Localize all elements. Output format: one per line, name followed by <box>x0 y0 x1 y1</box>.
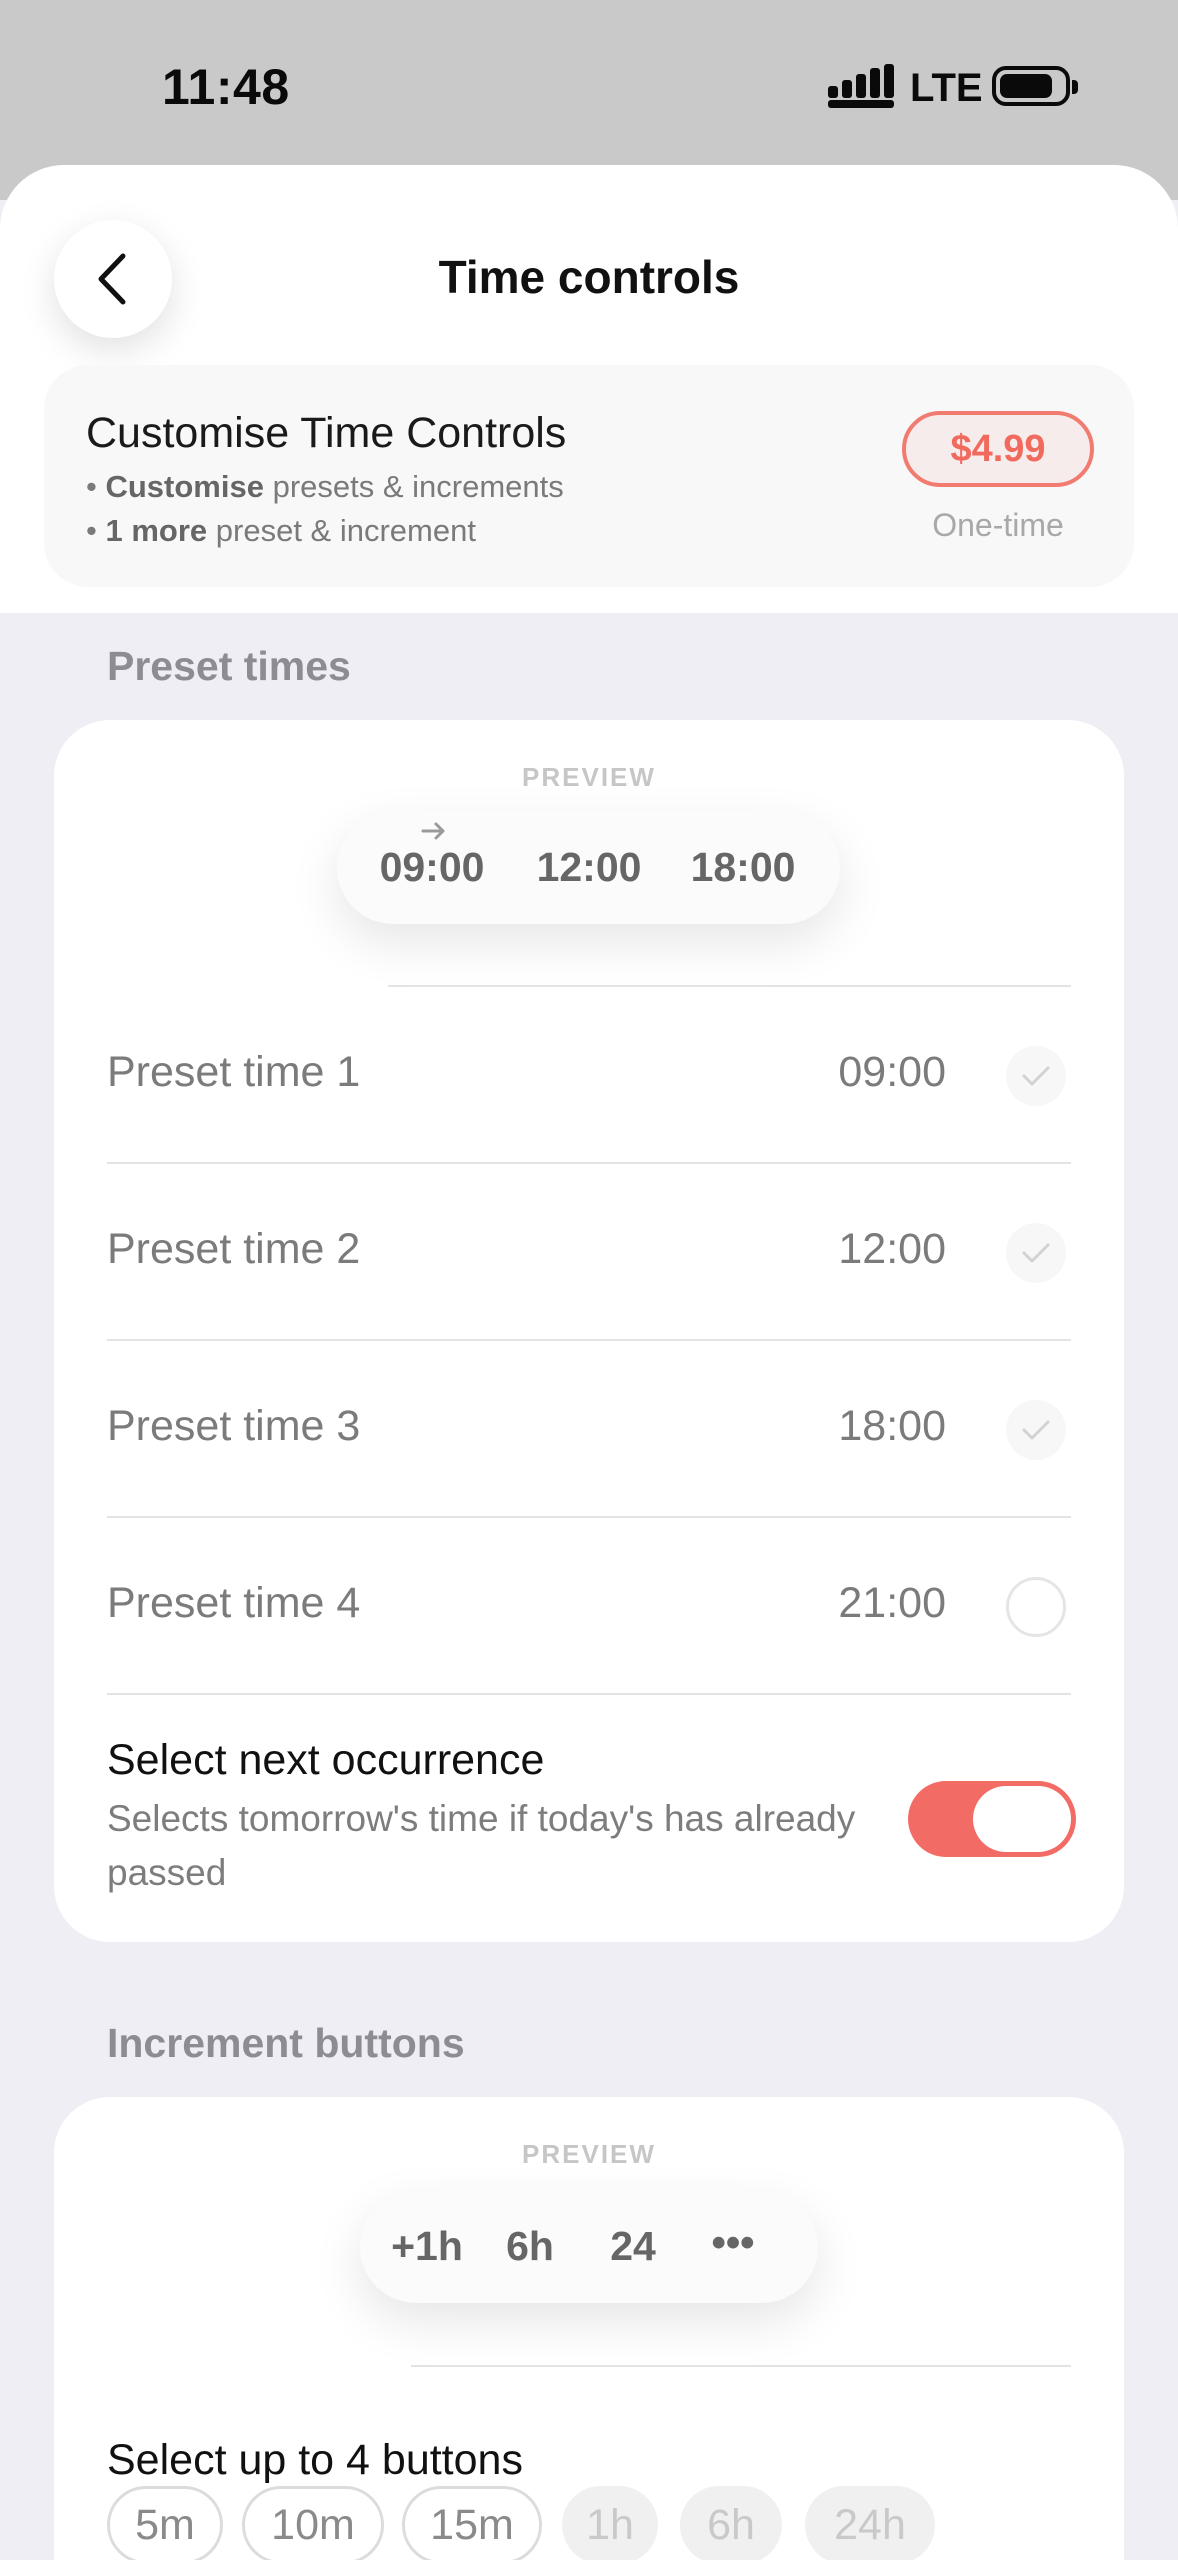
next-occurrence-toggle[interactable] <box>908 1781 1076 1857</box>
preview-increment-1: +1h <box>391 2223 463 2269</box>
checkmark-icon[interactable] <box>1006 1046 1066 1106</box>
more-icon: ••• <box>711 2219 755 2265</box>
preset-label: Preset time 4 <box>107 1579 361 1627</box>
preset-row-1[interactable]: Preset time 1 09:00 <box>54 986 1124 1162</box>
preset-label: Preset time 1 <box>107 1048 361 1096</box>
signal-icon <box>828 64 894 108</box>
preset-label: Preset time 2 <box>107 1225 361 1273</box>
section-label-increment-buttons: Increment buttons <box>107 2020 465 2066</box>
preset-value[interactable]: 18:00 <box>838 1402 946 1451</box>
preset-row-4[interactable]: Preset time 4 21:00 <box>54 1517 1124 1693</box>
preset-value[interactable]: 12:00 <box>838 1225 946 1274</box>
price-button[interactable]: $4.99 <box>902 411 1094 487</box>
chip-10m[interactable]: 10m <box>242 2486 384 2560</box>
toggle-knob <box>973 1786 1071 1852</box>
section-label-preset-times: Preset times <box>107 643 351 689</box>
increment-buttons-card: PREVIEW +1h 6h 24 ••• Select up to 4 but… <box>54 2097 1124 2560</box>
select-buttons-title: Select up to 4 buttons <box>107 2436 523 2484</box>
preview-time-1: 09:00 <box>379 844 485 890</box>
preview-label: PREVIEW <box>522 762 656 792</box>
preview-time-3: 18:00 <box>690 844 796 890</box>
divider <box>411 2365 1071 2367</box>
preset-value[interactable]: 09:00 <box>838 1048 946 1097</box>
chip-15m[interactable]: 15m <box>402 2486 542 2560</box>
preset-times-card: PREVIEW 09:00 12:00 18:00 Preset time 1 … <box>54 720 1124 1942</box>
chip-6h[interactable]: 6h <box>680 2486 782 2560</box>
preset-row-2[interactable]: Preset time 2 12:00 <box>54 1163 1124 1339</box>
upsell-title: Customise Time Controls <box>86 409 567 457</box>
preset-row-3[interactable]: Preset time 3 18:00 <box>54 1340 1124 1516</box>
arrow-right-icon <box>421 822 445 840</box>
preset-value[interactable]: 21:00 <box>838 1579 946 1628</box>
network-type: LTE <box>910 66 983 110</box>
divider <box>107 1693 1071 1695</box>
preview-time-2: 12:00 <box>536 844 642 890</box>
preview-increment-2: 6h <box>506 2223 554 2269</box>
preview-increment-3: 24 <box>610 2223 656 2269</box>
increment-preview-pill: +1h 6h 24 ••• <box>360 2191 818 2303</box>
preview-label: PREVIEW <box>522 2139 656 2169</box>
upsell-feature-2: • 1 more preset & increment <box>86 513 476 548</box>
chip-24h[interactable]: 24h <box>805 2486 935 2560</box>
toggle-description: Selects tomorrow's time if today's has a… <box>107 1798 856 1893</box>
preset-label: Preset time 3 <box>107 1402 361 1450</box>
upsell-banner[interactable]: Customise Time Controls • Customise pres… <box>44 365 1134 587</box>
upsell-feature-1: • Customise presets & increments <box>86 469 564 504</box>
price-note: One-time <box>932 507 1064 543</box>
chip-5m[interactable]: 5m <box>107 2486 223 2560</box>
checkmark-icon[interactable] <box>1006 1223 1066 1283</box>
unchecked-circle-icon[interactable] <box>1006 1577 1066 1637</box>
status-time: 11:48 <box>162 59 290 115</box>
chip-1h[interactable]: 1h <box>562 2486 658 2560</box>
preset-preview-pill: 09:00 12:00 18:00 <box>337 812 840 924</box>
screen: 11:48 LTE Time controls Customise Time C… <box>0 0 1178 2560</box>
page-title: Time controls <box>438 251 740 303</box>
toggle-title: Select next occurrence <box>107 1736 545 1784</box>
checkmark-icon[interactable] <box>1006 1400 1066 1460</box>
battery-icon <box>992 66 1078 106</box>
